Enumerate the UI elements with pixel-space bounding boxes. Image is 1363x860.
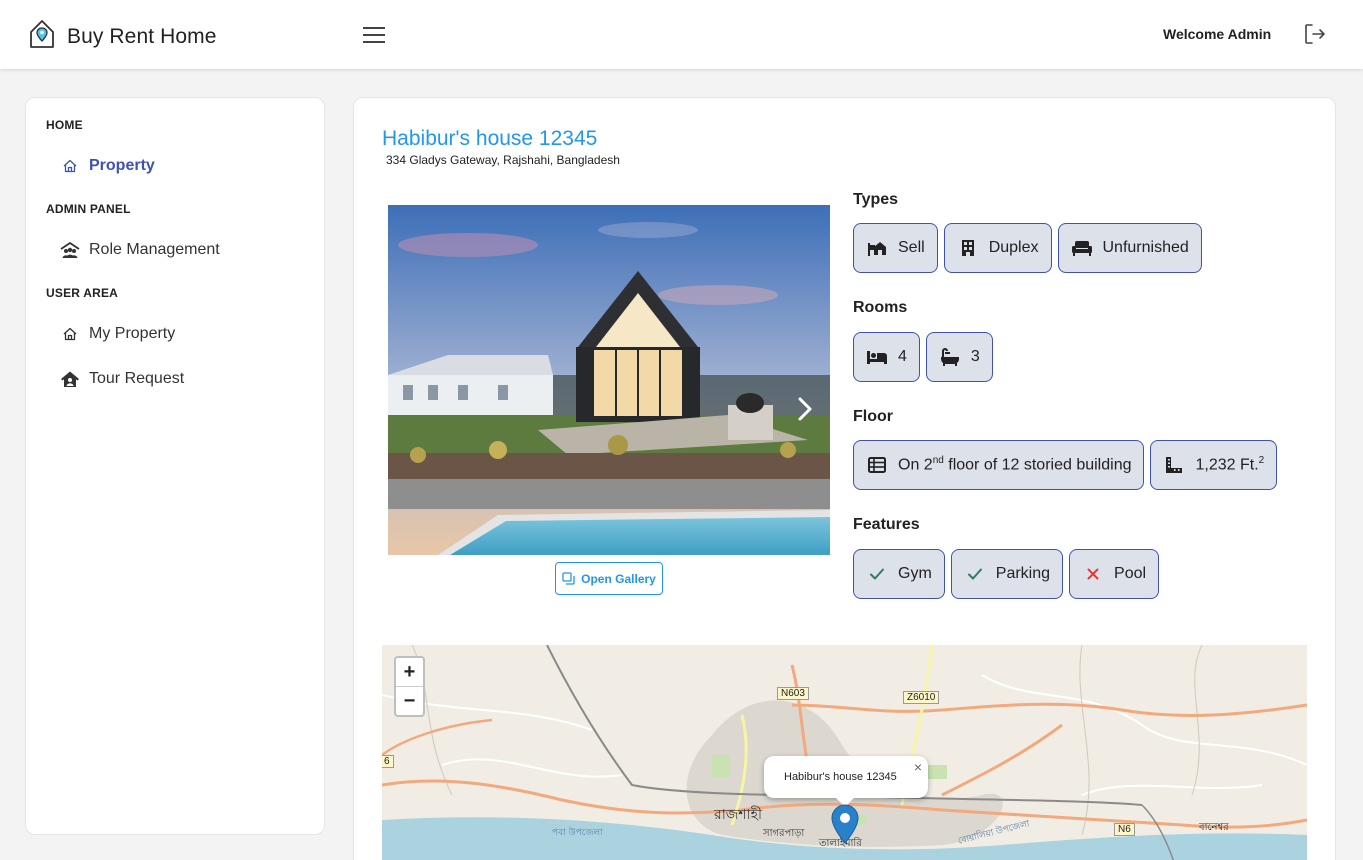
rooms-chips: 4 3 <box>853 332 993 382</box>
welcome-text: Welcome Admin <box>1163 26 1272 42</box>
sidebar-item-tour-request[interactable]: Tour Request <box>60 369 184 389</box>
menu-toggle-button[interactable] <box>362 24 386 46</box>
house-photo-image <box>388 205 830 555</box>
map-label-baneshwar: বানেশ্বর <box>1199 822 1229 833</box>
floor-chip[interactable]: On 2nd floor of 12 storied building <box>853 440 1145 490</box>
hamburger-icon <box>363 27 385 43</box>
top-bar: Buy Rent Home Welcome Admin <box>0 0 1363 69</box>
floor-list-icon <box>866 455 888 475</box>
gallery-icon <box>562 572 575 585</box>
floor-text: On 2nd floor of 12 storied building <box>898 455 1132 474</box>
sidebar-item-label: My Property <box>89 325 176 342</box>
carousel-next-button[interactable] <box>790 394 820 424</box>
type-chip-label: Sell <box>898 239 925 256</box>
logout-button[interactable] <box>1303 22 1327 46</box>
sidebar-item-property[interactable]: Property <box>60 156 155 176</box>
property-address: 334 Gladys Gateway, Rajshahi, Bangladesh <box>386 153 620 167</box>
ruler-combined-icon <box>1163 455 1185 475</box>
home-icon <box>60 324 80 344</box>
property-title: Habibur's house 12345 <box>382 127 598 150</box>
floor-chips: On 2nd floor of 12 storied building 1,23… <box>853 440 1278 490</box>
map-label-poba: পবা উপজেলা <box>552 828 603 838</box>
sidebar: HOME Property ADMIN PANEL Role Managemen… <box>25 97 325 835</box>
bathrooms-count: 3 <box>970 348 980 365</box>
brand[interactable]: Buy Rent Home <box>29 19 217 54</box>
close-icon <box>1082 564 1104 584</box>
property-map[interactable]: N603 Z6010 N6 6 রাজশাহী সাগরপাড়া তালাইম… <box>382 645 1307 860</box>
users-roof-icon <box>60 240 80 260</box>
house-location-icon <box>29 19 55 54</box>
features-label: Features <box>853 516 920 533</box>
logout-icon <box>1305 24 1325 44</box>
zoom-out-button[interactable]: − <box>396 687 423 716</box>
property-photo[interactable] <box>388 205 830 555</box>
open-gallery-button[interactable]: Open Gallery <box>555 562 663 595</box>
bathrooms-chip[interactable]: 3 <box>925 332 993 382</box>
feature-chip-label: Pool <box>1114 565 1147 582</box>
rooms-label: Rooms <box>853 299 908 316</box>
house-user-icon <box>60 369 80 389</box>
chevron-right-icon <box>798 397 812 421</box>
type-chip-label: Duplex <box>988 239 1039 256</box>
types-label: Types <box>853 191 899 208</box>
brand-title: Buy Rent Home <box>67 24 217 48</box>
sidebar-item-label: Role Management <box>89 241 220 258</box>
home-icon <box>60 156 80 176</box>
property-detail-card: Habibur's house 12345 334 Gladys Gateway… <box>353 97 1336 860</box>
sidebar-section-admin: ADMIN PANEL <box>46 202 131 216</box>
map-popup: Habibur's house 12345 × <box>764 756 928 798</box>
map-marker[interactable] <box>831 804 859 849</box>
map-label-rajshahi: রাজশাহী <box>714 807 762 823</box>
type-chip-sell[interactable]: Sell <box>853 223 938 273</box>
map-label-sagorpara: সাগরপাড়া <box>763 828 805 839</box>
feature-chip-gym[interactable]: Gym <box>853 549 945 599</box>
feature-chip-label: Parking <box>995 565 1051 582</box>
bedrooms-count: 4 <box>898 348 907 365</box>
type-chip-duplex[interactable]: Duplex <box>943 223 1052 273</box>
road-label-6: 6 <box>382 755 394 768</box>
feature-chip-pool[interactable]: Pool <box>1069 549 1160 599</box>
area-chip[interactable]: 1,232 Ft.2 <box>1150 440 1278 490</box>
bath-icon <box>939 347 961 367</box>
couch-icon <box>1071 238 1093 258</box>
road-label-z6010: Z6010 <box>903 691 940 704</box>
type-chip-label: Unfurnished <box>1102 239 1189 256</box>
sidebar-item-my-property[interactable]: My Property <box>60 324 175 344</box>
type-chip-unfurnished[interactable]: Unfurnished <box>1057 223 1202 273</box>
road-label-n6: N6 <box>1114 823 1135 836</box>
sidebar-section-home: HOME <box>46 118 83 132</box>
feature-chip-label: Gym <box>898 565 932 582</box>
zoom-in-button[interactable]: + <box>396 658 423 687</box>
building-icon <box>957 238 979 258</box>
area-text: 1,232 Ft.2 <box>1195 455 1265 474</box>
sidebar-item-role-management[interactable]: Role Management <box>60 240 220 260</box>
sidebar-item-label: Tour Request <box>89 370 185 387</box>
open-gallery-label: Open Gallery <box>581 571 656 586</box>
map-popup-text: Habibur's house 12345 <box>784 771 897 783</box>
check-icon <box>964 564 986 584</box>
types-chips: Sell Duplex Unfurnished <box>853 223 1202 273</box>
popup-close-button[interactable]: × <box>914 759 922 775</box>
sidebar-section-user-area: USER AREA <box>46 286 119 300</box>
bedrooms-chip[interactable]: 4 <box>853 332 920 382</box>
road-label-n603: N603 <box>777 687 809 700</box>
floor-label: Floor <box>853 408 893 425</box>
map-pin-icon <box>831 804 859 844</box>
features-chips: Gym Parking Pool <box>853 549 1160 599</box>
check-icon <box>866 564 888 584</box>
sidebar-item-label: Property <box>89 157 155 174</box>
map-zoom-control: + − <box>394 656 425 717</box>
feature-chip-parking[interactable]: Parking <box>950 549 1064 599</box>
house-sign-icon <box>866 238 888 258</box>
bed-icon <box>866 347 888 367</box>
